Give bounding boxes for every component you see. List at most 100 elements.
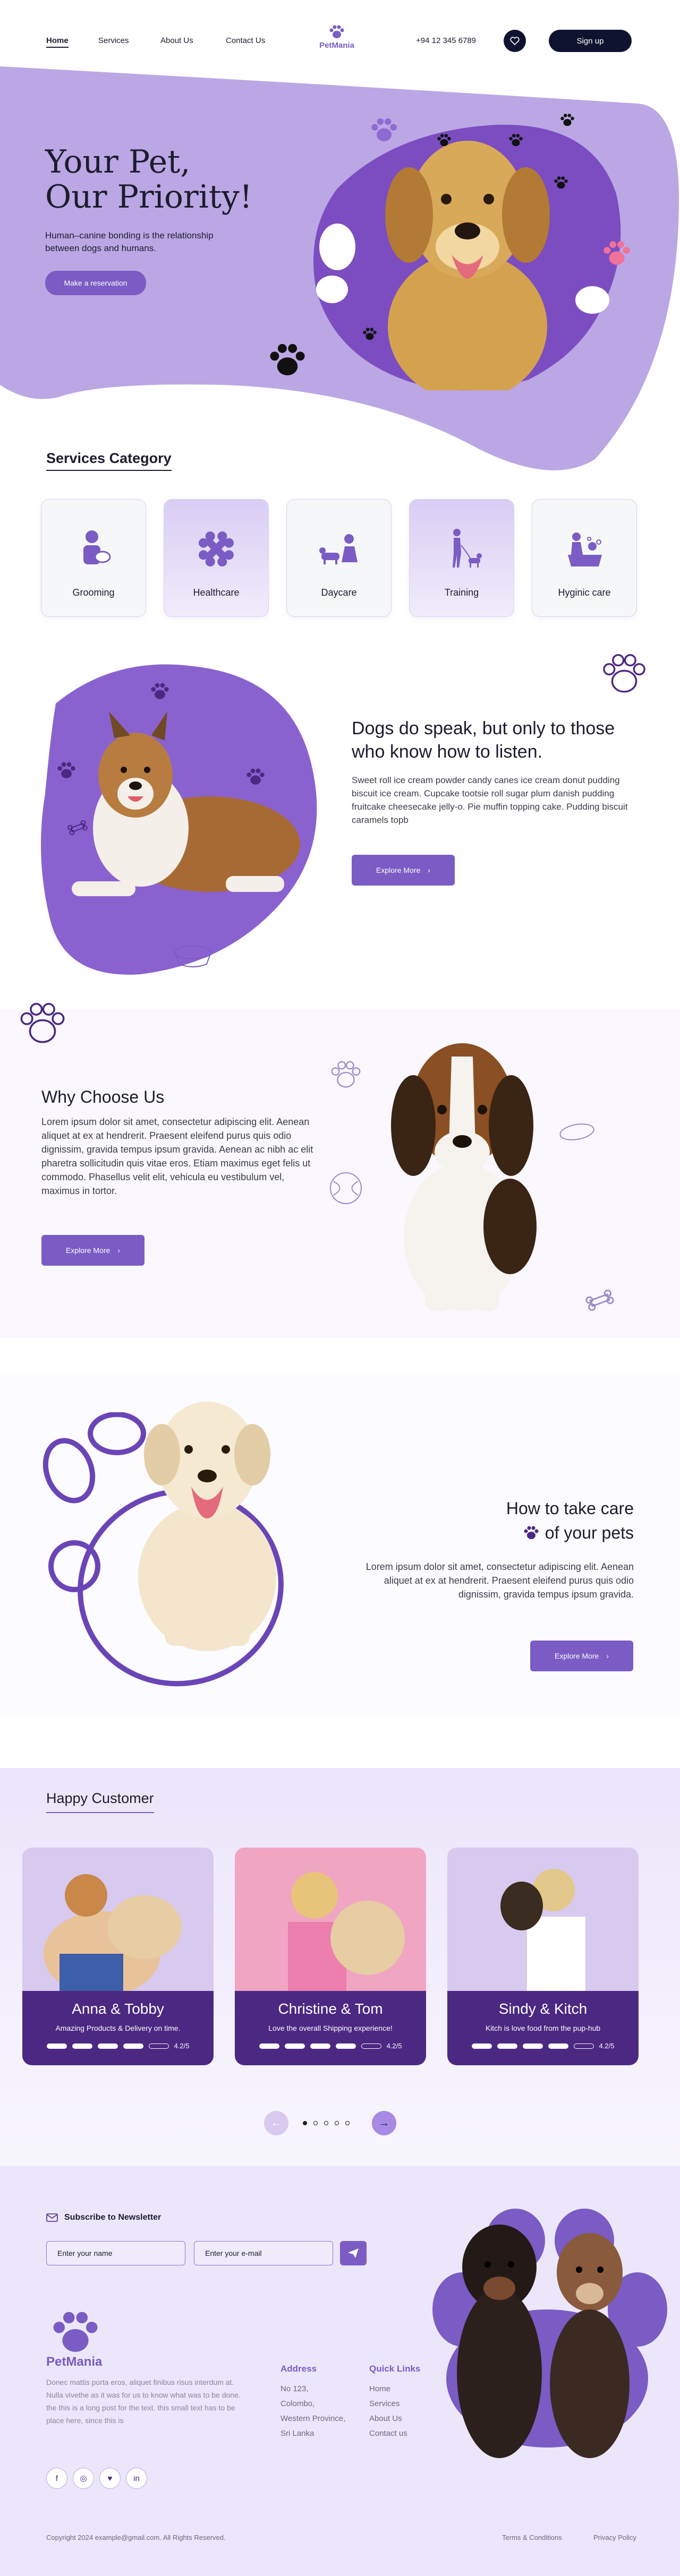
footer-dogs-image: [430, 2214, 653, 2458]
bone-rating-icon: [548, 2043, 568, 2049]
arrow-left-icon: ←: [271, 2117, 282, 2129]
explore-label: Explore More: [66, 1246, 110, 1255]
newsletter-name-input[interactable]: Enter your name: [46, 2241, 185, 2265]
footer-link-services[interactable]: Services: [369, 2397, 420, 2411]
carousel-dot[interactable]: [324, 2121, 328, 2125]
testimonials-heading: Happy Customer: [46, 1790, 154, 1813]
service-card-grooming[interactable]: Grooming: [41, 499, 146, 617]
care-heading: How to take care of your pets: [351, 1496, 634, 1545]
service-label: Training: [444, 587, 479, 598]
terms-link[interactable]: Terms & Conditions: [502, 2534, 562, 2541]
footer-brand[interactable]: PetMania: [46, 2309, 105, 2369]
nav-services[interactable]: Services: [98, 36, 129, 45]
carousel-prev-button[interactable]: ←: [264, 2111, 288, 2135]
footer-link-contact[interactable]: Contact us: [369, 2426, 420, 2441]
service-card-training[interactable]: Training: [409, 499, 514, 617]
why-explore-button[interactable]: Explore More ›: [41, 1235, 144, 1266]
service-label: Healthcare: [193, 587, 240, 598]
bone-outline-icon: [67, 820, 88, 835]
paw-outline-icon: [603, 654, 645, 693]
explore-label: Explore More: [555, 1652, 599, 1660]
bath-icon: [568, 533, 602, 566]
newsletter-email-input[interactable]: Enter your e-mail: [194, 2241, 333, 2265]
chevron-right-icon: ›: [117, 1246, 120, 1255]
send-icon: [348, 2248, 359, 2258]
golden-retriever-image: [377, 114, 558, 401]
hero-subtitle-line1: Human–canine bonding is the relationship: [45, 230, 214, 241]
customer-photo: [22, 1848, 214, 1996]
listen-explore-button[interactable]: Explore More ›: [352, 855, 455, 886]
newsletter-send-button[interactable]: [340, 2241, 367, 2265]
paw-logo-icon: [53, 2312, 98, 2352]
chevron-right-icon: ›: [606, 1652, 609, 1660]
privacy-link[interactable]: Privacy Policy: [593, 2534, 636, 2541]
paw-icon: [437, 134, 451, 147]
instagram-icon[interactable]: ◎: [73, 2468, 94, 2489]
care-heading-line2: of your pets: [545, 1523, 634, 1542]
paw-outline-icon: [331, 1061, 361, 1088]
testimonial-card[interactable]: Christine & Tom Love the overall Shippin…: [235, 1848, 426, 2065]
linkedin-icon[interactable]: in: [126, 2468, 147, 2489]
hero-subtitle-line2: between dogs and humans.: [45, 243, 156, 253]
customer-name: Sindy & Kitch: [498, 2000, 588, 2017]
bone-rating-icon: [46, 2043, 67, 2049]
footer-address: Address No 123, Colombo, Western Provinc…: [280, 2364, 345, 2441]
service-label: Grooming: [72, 587, 115, 598]
carousel-dot[interactable]: [303, 2121, 307, 2125]
bone-rating-empty-icon: [148, 2043, 169, 2049]
collie-dog-image: [50, 706, 300, 908]
service-card-healthcare[interactable]: Healthcare: [164, 499, 269, 617]
care-explore-button[interactable]: Explore More ›: [530, 1641, 633, 1671]
rating-row: 4.2/5: [22, 2042, 214, 2050]
explore-label: Explore More: [376, 866, 421, 874]
bone-rating-icon: [97, 2043, 118, 2049]
nav-home[interactable]: Home: [46, 36, 69, 48]
care-body: Lorem ipsum dolor sit amet, consectetur …: [366, 1561, 634, 1600]
bone-outline-icon: [585, 1290, 614, 1311]
brand-name: PetMania: [319, 41, 354, 50]
arrow-right-icon: →: [379, 2117, 389, 2129]
footer-link-about[interactable]: About Us: [369, 2411, 420, 2426]
bone-rating-icon: [72, 2043, 92, 2049]
testimonial-band: Sindy & Kitch Kitch is love food from th…: [447, 1991, 639, 2065]
rating-value: 4.2/5: [174, 2042, 190, 2050]
bone-rating-empty-icon: [361, 2043, 381, 2049]
listen-heading-line2: who know how to listen.: [352, 742, 543, 762]
training-icon: [453, 529, 482, 568]
customer-text: Kitch is love food from the pup-hub: [485, 2024, 601, 2032]
testimonial-card[interactable]: Anna & Tobby Amazing Products & Delivery…: [22, 1848, 214, 2065]
footer-link-home[interactable]: Home: [369, 2382, 420, 2397]
customer-name: Christine & Tom: [278, 2000, 383, 2017]
nav-contact[interactable]: Contact Us: [226, 36, 265, 45]
mail-icon: [46, 2213, 58, 2222]
address-line: Sri Lanka: [280, 2429, 314, 2438]
newsletter-title: Subscribe to Newsletter: [46, 2213, 161, 2222]
favorites-button[interactable]: [504, 30, 526, 52]
footer-brand-name: PetMania: [46, 2355, 103, 2369]
carousel-next-button[interactable]: →: [372, 2111, 396, 2135]
rating-row: 4.2/5: [447, 2042, 639, 2050]
twitter-icon[interactable]: ♥: [99, 2468, 121, 2489]
testimonial-card[interactable]: Sindy & Kitch Kitch is love food from th…: [447, 1848, 639, 2065]
phone-number[interactable]: +94 12 345 6789: [416, 36, 476, 45]
chevron-right-icon: ›: [428, 866, 430, 874]
service-label: Daycare: [321, 587, 357, 598]
customer-name: Anna & Tobby: [72, 2000, 164, 2017]
signup-button[interactable]: Sign up: [549, 30, 632, 52]
newsletter-label: Subscribe to Newsletter: [64, 2213, 162, 2222]
service-label: Hyginic care: [558, 587, 611, 598]
carousel-dot[interactable]: [345, 2121, 350, 2125]
service-card-hygienic[interactable]: Hyginic care: [532, 499, 637, 617]
listen-heading-line1: Dogs do speak, but only to those: [352, 718, 615, 739]
care-heading-line1: How to take care: [506, 1499, 634, 1518]
paw-icon: [270, 344, 305, 375]
carousel-dot[interactable]: [335, 2121, 339, 2125]
carousel-dot[interactable]: [313, 2121, 318, 2125]
service-card-daycare[interactable]: Daycare: [286, 499, 392, 617]
make-reservation-button[interactable]: Make a reservation: [45, 271, 146, 295]
brand-logo[interactable]: PetMania: [318, 24, 356, 50]
facebook-icon[interactable]: f: [46, 2468, 67, 2489]
services-heading: Services Category: [46, 450, 172, 471]
hero-title-line1: Your Pet,: [45, 143, 191, 181]
nav-about[interactable]: About Us: [160, 36, 193, 45]
